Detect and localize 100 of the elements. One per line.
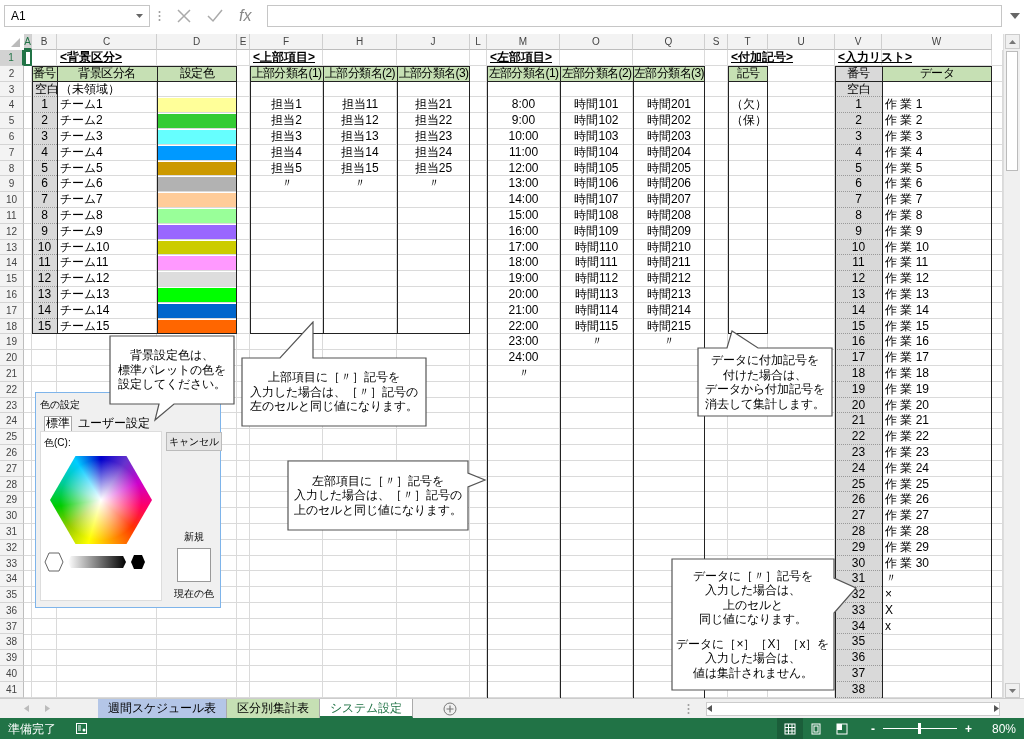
row-header[interactable]: 30 bbox=[0, 508, 24, 524]
table-cell-text: チーム11 bbox=[59, 255, 110, 272]
column-header[interactable]: S bbox=[705, 34, 728, 50]
table-cell-text: 22:00 bbox=[507, 318, 540, 335]
table-cell-text: 担当12 bbox=[340, 113, 380, 129]
row-header[interactable]: 40 bbox=[0, 666, 24, 682]
row-header[interactable]: 10 bbox=[0, 192, 24, 208]
horizontal-scrollbar[interactable] bbox=[706, 701, 1000, 716]
column-header[interactable]: H bbox=[323, 34, 397, 50]
callout-text: 左のセルと同じ値になります。 bbox=[250, 399, 418, 414]
sheet-tab[interactable]: システム設定 bbox=[320, 699, 413, 718]
row-header[interactable]: 39 bbox=[0, 650, 24, 667]
name-box[interactable]: A1 bbox=[4, 5, 150, 27]
scroll-right-icon[interactable] bbox=[994, 705, 999, 712]
table-cell-text: チーム8 bbox=[59, 207, 104, 224]
table-cell-text: 時間102 bbox=[573, 113, 620, 129]
row-header[interactable]: 1 bbox=[0, 50, 24, 66]
row-header[interactable]: 19 bbox=[0, 334, 24, 351]
table-cell-text: × bbox=[884, 587, 893, 603]
callout-text: データから付加記号を bbox=[705, 382, 825, 397]
table-cell-text: チーム9 bbox=[59, 223, 104, 240]
macro-record-icon[interactable] bbox=[76, 723, 87, 734]
scroll-down-button[interactable] bbox=[1004, 683, 1020, 698]
table-cell-text: チーム6 bbox=[59, 176, 104, 193]
zoom-out-button[interactable]: - bbox=[870, 719, 875, 738]
column-header[interactable]: C bbox=[57, 34, 157, 50]
column-header[interactable]: B bbox=[32, 34, 57, 50]
cancel-icon[interactable] bbox=[177, 9, 191, 23]
row-header[interactable]: 9 bbox=[0, 176, 24, 193]
table-cell-text: 〃 bbox=[589, 334, 604, 351]
column-header[interactable]: Q bbox=[633, 34, 705, 50]
row-number: 11 bbox=[32, 255, 57, 272]
scroll-up-icon[interactable] bbox=[1008, 39, 1016, 44]
table-cell-text: 時間211 bbox=[646, 255, 692, 272]
column-header[interactable]: O bbox=[560, 34, 633, 50]
column-header[interactable]: M bbox=[487, 34, 560, 50]
hexagon-icon[interactable] bbox=[130, 554, 146, 570]
column-header[interactable]: D bbox=[157, 34, 237, 50]
table-cell-text: 時間210 bbox=[646, 239, 692, 256]
table-cell-text: 作 業 20 bbox=[884, 397, 930, 414]
column-header[interactable]: U bbox=[768, 34, 835, 50]
row-number: 22 bbox=[835, 429, 882, 445]
table-cell-text: 担当13 bbox=[340, 129, 380, 145]
zoom-slider-thumb[interactable] bbox=[918, 723, 922, 734]
table-cell-text: 21:00 bbox=[507, 302, 540, 319]
table-cell-text: 20:00 bbox=[507, 286, 540, 303]
callout-text: 値は集計されません。 bbox=[693, 665, 813, 681]
table-cell-text: 作 業 3 bbox=[884, 129, 924, 145]
row-number: 6 bbox=[835, 176, 882, 193]
grip-icon bbox=[158, 10, 161, 22]
grayscale-drawing[interactable] bbox=[68, 556, 126, 568]
add-sheet-icon[interactable] bbox=[443, 701, 457, 716]
table-cell-text: チーム12 bbox=[59, 271, 111, 287]
column-header[interactable]: T bbox=[728, 34, 768, 50]
column-heading: データ bbox=[882, 65, 992, 82]
table-cell-text: 作 業 28 bbox=[884, 523, 930, 540]
column-header[interactable]: V bbox=[835, 34, 882, 50]
zoom-in-button[interactable]: + bbox=[964, 719, 972, 738]
vertical-scrollbar[interactable] bbox=[1003, 34, 1020, 698]
check-icon[interactable] bbox=[207, 9, 223, 23]
column-header[interactable]: L bbox=[470, 34, 487, 50]
scroll-down-icon[interactable] bbox=[1008, 688, 1016, 693]
cancel-button[interactable]: キャンセル bbox=[166, 432, 222, 451]
dialog-tab[interactable]: 標準 bbox=[44, 416, 72, 431]
sheet-tab[interactable]: 週間スケジュール表 bbox=[98, 699, 227, 718]
formula-input[interactable] bbox=[267, 5, 1002, 27]
column-header[interactable]: J bbox=[397, 34, 470, 50]
page-break-icon bbox=[835, 722, 848, 735]
row-header[interactable]: 24 bbox=[0, 413, 24, 430]
row-number: 7 bbox=[32, 192, 57, 208]
table-cell-text: 時間107 bbox=[573, 192, 620, 208]
column-header[interactable]: W bbox=[882, 34, 992, 50]
table-cell-text: 担当4 bbox=[270, 144, 303, 161]
column-header[interactable]: F bbox=[250, 34, 323, 50]
insert-function-button[interactable]: fx bbox=[239, 4, 252, 28]
row-header[interactable]: 38 bbox=[0, 634, 24, 651]
row-header[interactable]: 15 bbox=[0, 271, 24, 287]
table-cell-text: 時間111 bbox=[574, 255, 619, 272]
row-header[interactable]: 25 bbox=[0, 429, 24, 445]
column-header[interactable]: E bbox=[237, 34, 250, 50]
scroll-left-icon[interactable] bbox=[707, 705, 712, 712]
row-header[interactable]: 35 bbox=[0, 587, 24, 603]
row-header[interactable]: 4 bbox=[0, 97, 24, 114]
dialog-tab[interactable]: ユーザー設定 bbox=[76, 416, 152, 431]
scroll-up-button[interactable] bbox=[1004, 34, 1020, 49]
view-button[interactable] bbox=[776, 718, 803, 739]
sheet-tab[interactable]: 区分別集計表 bbox=[227, 699, 320, 718]
table-cell-text: 作 業 9 bbox=[884, 223, 924, 240]
current-color-label: 現在の色 bbox=[174, 587, 214, 601]
row-header[interactable]: 29 bbox=[0, 492, 24, 509]
cell-reference: A1 bbox=[11, 8, 26, 25]
row-header[interactable]: 20 bbox=[0, 350, 24, 366]
dropdown-caret-icon[interactable] bbox=[136, 14, 143, 18]
active-cell[interactable] bbox=[24, 50, 32, 66]
scrollbar-thumb[interactable] bbox=[1006, 51, 1018, 171]
column-heading: 左部分類名(1) bbox=[487, 65, 560, 82]
row-header[interactable]: 14 bbox=[0, 255, 24, 272]
expand-caret-icon[interactable] bbox=[1010, 13, 1020, 19]
row-header[interactable]: 5 bbox=[0, 113, 24, 129]
row-header[interactable]: 34 bbox=[0, 571, 24, 588]
